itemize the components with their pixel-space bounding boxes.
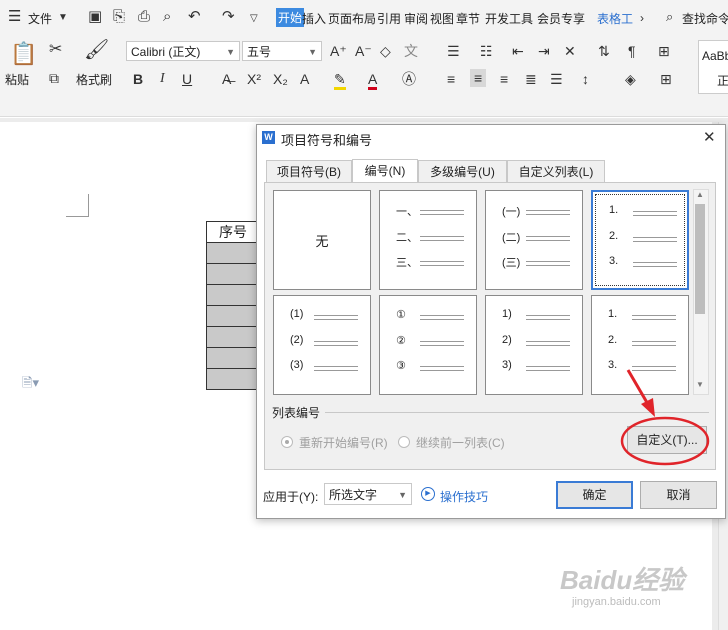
- watermark-url: jingyan.baidu.com: [572, 596, 661, 608]
- annotation-arrow-shaft: [626, 369, 651, 407]
- watermark: Baidu经验 jingyan.baidu.com: [560, 560, 720, 620]
- annotation-arrowhead: [641, 398, 655, 417]
- annotation-ellipse: [620, 416, 710, 466]
- annotation-overlay: [620, 369, 710, 466]
- watermark-brand: Baidu经验: [560, 565, 685, 595]
